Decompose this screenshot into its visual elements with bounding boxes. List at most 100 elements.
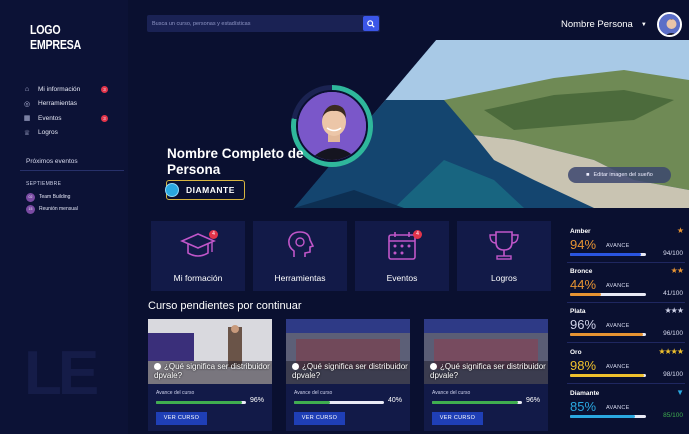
sidebar-item-eventos[interactable]: ▦ Eventos 3 xyxy=(22,111,122,126)
course-card[interactable]: ¿Qué significa ser distribuidor dpvale? … xyxy=(286,319,410,431)
course-card[interactable]: ¿Qué significa ser distribuidor dpvale? … xyxy=(424,319,548,431)
sidebar-nav: ⌂ Mi información 3 ◎ Herramientas ▦ Even… xyxy=(22,82,122,140)
star-icon: ★★★★ xyxy=(658,347,684,356)
course-title: ¿Qué significa ser distribuidor dpvale? xyxy=(154,362,270,380)
trophy-icon: ♕ xyxy=(23,129,31,137)
edit-dream-image-label: Editar imagen del sueño xyxy=(593,172,653,178)
card-label: Logros xyxy=(491,273,517,283)
notification-badge: 4 xyxy=(413,230,422,239)
profile-full-name: Nombre Completo de Persona xyxy=(167,146,304,177)
brain-gear-icon xyxy=(288,231,315,257)
rank-avance-label: AVANCE xyxy=(606,283,630,289)
progress-fill xyxy=(432,401,519,404)
star-icon: ★ xyxy=(676,226,684,235)
level-badge: DIAMANTE xyxy=(165,180,245,200)
sidebar-item-herramientas[interactable]: ◎ Herramientas xyxy=(22,97,122,112)
upcoming-events: Próximos eventos SEPTIEMBRE 02 Team Buil… xyxy=(20,158,124,215)
rank-avance-label: AVANCE xyxy=(606,364,630,370)
rank-percent: 85% xyxy=(570,399,597,414)
profile-banner: Nombre Completo de Persona DIAMANTE ■ Ed… xyxy=(128,40,689,208)
rank-score: 41/100 xyxy=(663,290,683,297)
company-logo[interactable]: LOGO EMPRESA xyxy=(30,22,110,52)
rank-avance-label: AVANCE xyxy=(606,243,630,249)
rank-progress-fill xyxy=(570,293,602,296)
card-herramientas[interactable]: Herramientas xyxy=(253,221,347,291)
card-eventos[interactable]: 4 Eventos xyxy=(355,221,449,291)
progress-bar xyxy=(432,401,522,404)
sidebar: LOGO EMPRESA ⌂ Mi información 3 ◎ Herram… xyxy=(0,0,128,434)
rank-percent: 44% xyxy=(570,277,597,292)
trophy-icon xyxy=(489,231,519,260)
rank-plata: Plata ★★★ 96% AVANCE 96/100 xyxy=(567,303,685,343)
rank-name: Bronce xyxy=(570,268,593,275)
search-button[interactable] xyxy=(363,16,379,31)
sidebar-item-label: Eventos xyxy=(38,114,62,122)
progress-value: 96% xyxy=(249,397,264,404)
progress-fill xyxy=(156,401,243,404)
rank-percent: 94% xyxy=(570,237,597,252)
event-day-badge: 15 xyxy=(26,204,35,214)
card-label: Herramientas xyxy=(274,273,326,283)
events-month: SEPTIEMBRE xyxy=(26,181,62,187)
diamond-icon: ▼ xyxy=(676,388,684,397)
rank-score: 94/100 xyxy=(663,250,683,257)
rank-name: Plata xyxy=(570,308,586,315)
notification-badge: 3 xyxy=(101,85,108,93)
rank-percent: 98% xyxy=(570,358,597,373)
course-title: ¿Qué significa ser distribuidor dpvale? xyxy=(292,362,408,380)
notification-badge: 3 xyxy=(101,114,108,122)
rank-progress-fill xyxy=(570,374,645,377)
card-logros[interactable]: Logros xyxy=(457,221,551,291)
rank-diamante: Diamante ▼ 85% AVANCE 85/100 xyxy=(567,385,685,425)
event-label: Team Building xyxy=(39,194,71,200)
rank-score: 98/100 xyxy=(663,371,683,378)
progress-fill xyxy=(294,401,330,404)
course-title: ¿Qué significa ser distribuidor dpvale? xyxy=(430,362,546,380)
ver-curso-button[interactable]: VER CURSO xyxy=(156,412,207,425)
rank-progress-bar xyxy=(570,333,646,336)
progress-label: Avance del curso xyxy=(156,390,195,396)
rank-name: Amber xyxy=(570,228,591,235)
edit-dream-image-button[interactable]: ■ Editar imagen del sueño xyxy=(568,167,671,183)
progress-label: Avance del curso xyxy=(432,390,471,396)
sidebar-item-logros[interactable]: ♕ Logros xyxy=(22,126,122,141)
avatar xyxy=(656,12,682,37)
search-input[interactable] xyxy=(147,15,363,32)
rank-amber: Amber ★ 94% AVANCE 94/100 xyxy=(567,223,685,263)
star-icon: ★★★ xyxy=(664,306,683,315)
card-label: Eventos xyxy=(386,273,418,283)
chevron-down-icon: ▼ xyxy=(640,21,647,28)
camera-icon: ■ xyxy=(586,172,590,178)
rank-avance-label: AVANCE xyxy=(606,323,630,329)
user-menu[interactable]: Nombre Persona ▼ xyxy=(561,12,682,37)
sidebar-item-mi-informacion[interactable]: ⌂ Mi información 3 xyxy=(22,82,122,97)
ranking-panel: Amber ★ 94% AVANCE 94/100 Bronce ★★ 44% … xyxy=(561,219,689,434)
event-item[interactable]: 15 Reunión mensual xyxy=(26,203,124,215)
sidebar-item-label: Herramientas xyxy=(38,100,78,108)
graduation-cap-icon: ⌂ xyxy=(24,85,30,93)
card-label: Mi formación xyxy=(173,273,223,283)
sidebar-item-label: Mi información xyxy=(38,85,81,93)
event-day-badge: 02 xyxy=(26,192,35,202)
event-item[interactable]: 02 Team Building xyxy=(26,191,124,203)
play-icon xyxy=(292,363,299,370)
rank-progress-bar xyxy=(570,374,646,377)
upcoming-events-title: Próximos eventos xyxy=(20,158,124,171)
course-card[interactable]: ¿Qué significa ser distribuidor dpvale? … xyxy=(148,319,272,431)
progress-bar xyxy=(156,401,246,404)
card-mi-formacion[interactable]: 4 Mi formación xyxy=(151,221,245,291)
sidebar-item-label: Logros xyxy=(38,129,58,137)
calendar-icon: ▦ xyxy=(23,115,31,123)
ver-curso-button[interactable]: VER CURSO xyxy=(432,412,483,425)
rank-progress-bar xyxy=(570,293,646,296)
course-body: Avance del curso 96% VER CURSO xyxy=(148,384,272,431)
rank-score: 85/100 xyxy=(663,412,683,419)
rank-percent: 96% xyxy=(570,317,597,332)
course-body: Avance del curso 96% VER CURSO xyxy=(424,384,548,431)
rank-bronce: Bronce ★★ 44% AVANCE 41/100 xyxy=(567,263,685,303)
course-thumbnail: ¿Qué significa ser distribuidor dpvale? xyxy=(424,319,548,384)
rank-oro: Oro ★★★★ 98% AVANCE 98/100 xyxy=(567,344,685,384)
ver-curso-button[interactable]: VER CURSO xyxy=(294,412,345,425)
rank-progress-fill xyxy=(570,253,642,256)
course-thumbnail: ¿Qué significa ser distribuidor dpvale? xyxy=(286,319,410,384)
